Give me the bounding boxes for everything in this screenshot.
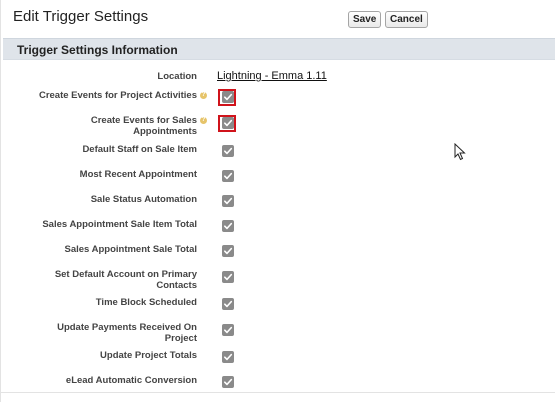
checkmark-icon <box>224 247 233 255</box>
help-icon[interactable]: ? <box>200 117 207 124</box>
setting-label: Update Project Totals <box>7 350 197 361</box>
cancel-button[interactable]: Cancel <box>385 11 428 28</box>
setting-label-line: Default Staff on Sale Item <box>82 144 197 155</box>
setting-label: Sales Appointment Sale Total <box>7 244 198 255</box>
setting-label: Sales Appointment Sale Item Total <box>7 219 197 230</box>
checkmark-icon <box>224 119 233 127</box>
save-button[interactable]: Save <box>348 11 382 28</box>
setting-label-line: Time Block Scheduled <box>95 297 197 308</box>
section-header: Trigger Settings Information <box>3 38 555 60</box>
setting-checkbox[interactable] <box>222 145 234 157</box>
edit-trigger-settings-page: Edit Trigger Settings Save Cancel Trigge… <box>0 0 555 402</box>
setting-label: Time Block Scheduled <box>7 297 197 308</box>
setting-label: Sale Status Automation <box>7 194 197 205</box>
checkmark-icon <box>224 300 233 308</box>
setting-label-line: eLead Automatic Conversion <box>65 375 197 386</box>
setting-label-line: Create Events for Sales <box>90 115 197 126</box>
setting-label-line: Most Recent Appointment <box>79 169 197 180</box>
checkmark-icon <box>224 326 233 334</box>
checkmark-icon <box>224 93 233 101</box>
setting-label-line: Sale Status Automation <box>90 194 197 205</box>
setting-label-line: Update Payments Received On <box>57 322 197 333</box>
checkmark-icon <box>224 273 233 281</box>
divider <box>1 392 555 393</box>
help-icon[interactable]: ? <box>200 92 207 99</box>
setting-label-line: Update Project Totals <box>100 350 197 361</box>
setting-checkbox[interactable] <box>222 117 234 129</box>
setting-label: eLead Automatic Conversion <box>7 375 197 386</box>
setting-label: Create Events for Project Activities <box>7 90 197 101</box>
page-title: Edit Trigger Settings <box>13 8 149 25</box>
setting-label-line: Sales Appointment Sale Item Total <box>42 219 197 230</box>
checkmark-icon <box>224 147 233 155</box>
setting-label-line: Set Default Account on Primary <box>54 269 197 280</box>
setting-checkbox[interactable] <box>222 91 234 103</box>
mouse-cursor-icon <box>454 142 466 166</box>
checkmark-icon <box>224 222 233 230</box>
setting-checkbox[interactable] <box>222 351 234 363</box>
setting-label-line: Project <box>164 333 197 344</box>
setting-label-line: Create Events for Project Activities <box>38 90 197 101</box>
setting-checkbox[interactable] <box>222 376 234 388</box>
setting-checkbox[interactable] <box>222 324 234 336</box>
setting-checkbox[interactable] <box>222 220 234 232</box>
checkmark-icon <box>224 197 233 205</box>
setting-checkbox[interactable] <box>222 298 234 310</box>
checkmark-icon <box>224 172 233 180</box>
checkmark-icon <box>224 378 233 386</box>
location-link[interactable]: Lightning - Emma 1.11 <box>217 70 327 82</box>
setting-label: Update Payments Received On Project <box>7 322 197 344</box>
setting-label-line: Sales Appointment Sale Total <box>64 244 198 255</box>
setting-label: Set Default Account on Primary Contacts <box>7 269 197 291</box>
setting-label: Default Staff on Sale Item <box>7 144 197 155</box>
setting-label-line: Appointments <box>133 126 197 137</box>
location-label: Location <box>157 71 197 82</box>
page-header: Edit Trigger Settings Save Cancel <box>1 0 555 36</box>
setting-label-line: Contacts <box>156 280 197 291</box>
setting-label: Create Events for Sales Appointments <box>7 115 197 137</box>
checkmark-icon <box>224 353 233 361</box>
section-title: Trigger Settings Information <box>17 43 178 57</box>
setting-checkbox[interactable] <box>222 271 234 283</box>
setting-label: Most Recent Appointment <box>7 169 197 180</box>
setting-checkbox[interactable] <box>222 170 234 182</box>
setting-checkbox[interactable] <box>222 195 234 207</box>
setting-checkbox[interactable] <box>222 245 234 257</box>
